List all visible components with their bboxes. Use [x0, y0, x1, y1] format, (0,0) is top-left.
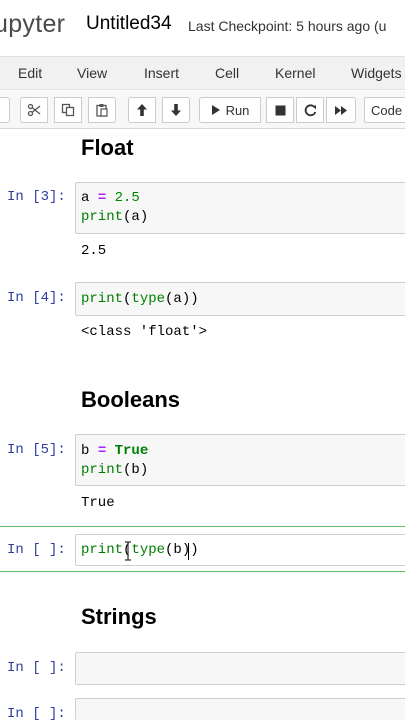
copy-icon	[61, 103, 75, 117]
menu-widgets[interactable]: Widgets	[351, 65, 402, 81]
move-down-button[interactable]	[162, 97, 190, 123]
interrupt-kernel-button[interactable]	[266, 97, 294, 123]
cell-prompt: In [4]:	[7, 290, 66, 306]
menu-view[interactable]: View	[77, 65, 107, 81]
code-cell-input[interactable]	[75, 698, 405, 720]
code-line: b = True	[81, 443, 149, 459]
toolbar: Run Code	[0, 91, 405, 129]
cell-output: <class 'float'>	[81, 324, 208, 340]
cell-output: True	[81, 495, 115, 511]
save-button[interactable]	[0, 97, 10, 123]
restart-run-all-button[interactable]	[326, 97, 356, 123]
jupyter-logo[interactable]: upyter	[0, 10, 65, 39]
code-line: print(a)	[81, 209, 149, 225]
menu-cell[interactable]: Cell	[215, 65, 239, 81]
cell-prompt: In [ ]:	[7, 660, 66, 676]
copy-button[interactable]	[54, 97, 82, 123]
menu-edit[interactable]: Edit	[18, 65, 42, 81]
code-cell-input[interactable]	[75, 652, 405, 685]
heading-float: Float	[81, 135, 134, 160]
code-line: print(type(b))	[81, 542, 199, 558]
heading-booleans: Booleans	[81, 387, 181, 412]
menu-insert[interactable]: Insert	[144, 65, 179, 81]
stop-icon	[275, 105, 285, 115]
heading-strings: Strings	[81, 604, 157, 629]
checkpoint-status: Last Checkpoint: 5 hours ago (u	[188, 18, 387, 34]
text-caret	[188, 543, 189, 560]
cell-prompt: In [ ]:	[7, 542, 66, 558]
code-line: print(b)	[81, 462, 149, 478]
menu-kernel[interactable]: Kernel	[275, 65, 315, 81]
fast-forward-icon	[335, 105, 347, 115]
cell-type-select[interactable]: Code	[364, 97, 405, 123]
arrow-down-icon	[171, 104, 181, 116]
cut-button[interactable]	[20, 97, 48, 123]
cell-prompt: In [3]:	[7, 189, 66, 205]
run-button[interactable]: Run	[199, 97, 261, 123]
restart-icon	[304, 103, 316, 116]
notebook-header: upyter Untitled34 Last Checkpoint: 5 hou…	[0, 0, 405, 52]
code-line: print(type(a))	[81, 291, 199, 307]
scissors-icon	[27, 103, 41, 117]
cell-prompt: In [ ]:	[7, 706, 66, 720]
cell-prompt: In [5]:	[7, 442, 66, 458]
paste-button[interactable]	[88, 97, 116, 123]
move-up-button[interactable]	[128, 97, 156, 123]
arrow-up-icon	[137, 104, 147, 116]
notebook-title[interactable]: Untitled34	[86, 13, 172, 35]
ibeam-cursor-icon	[125, 541, 131, 561]
trusted-indicator[interactable]: (u	[374, 18, 386, 34]
restart-kernel-button[interactable]	[296, 97, 324, 123]
cell-output: 2.5	[81, 243, 107, 259]
menu-bar: Edit View Insert Cell Kernel Widgets	[0, 56, 405, 90]
run-label: Run	[225, 102, 250, 118]
paste-icon	[96, 104, 108, 117]
play-icon	[211, 105, 220, 115]
code-line: a = 2.5	[81, 190, 140, 206]
